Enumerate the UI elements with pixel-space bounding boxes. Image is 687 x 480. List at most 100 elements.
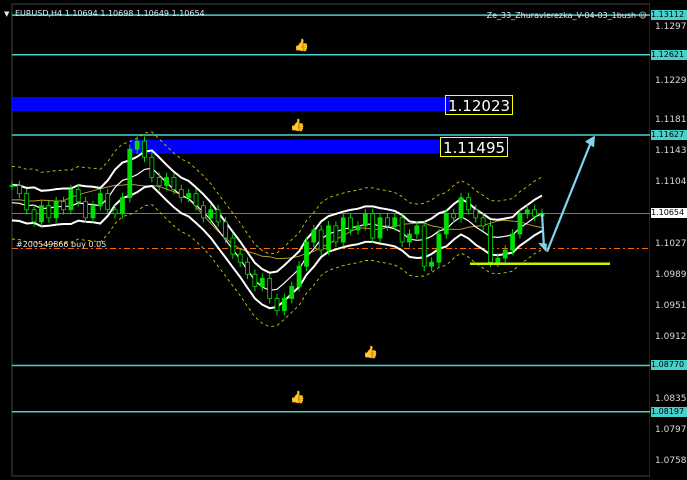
candle-body	[142, 140, 147, 158]
candle-body	[61, 201, 66, 211]
candle-body	[83, 201, 89, 219]
candle-body	[318, 229, 324, 251]
symbol-info-text: EURUSD,H4 1.10694 1.10698 1.10649 1.1065…	[14, 9, 205, 18]
candle-body	[252, 273, 258, 287]
candle-body	[495, 257, 501, 263]
candle-body	[274, 298, 280, 311]
candle-body	[281, 298, 287, 311]
candle-body	[392, 217, 398, 227]
candle-body	[16, 185, 22, 195]
candle-body	[524, 209, 530, 215]
candle-body	[414, 225, 420, 235]
order-label[interactable]: #200549866 buy 0.05	[16, 240, 106, 249]
candle-body	[31, 209, 37, 223]
candle-body	[304, 241, 309, 267]
candle-body	[178, 189, 184, 199]
candle-body	[46, 205, 52, 219]
candle-body	[223, 221, 228, 239]
price-tick-label: 1.09890	[655, 270, 687, 281]
candle-body	[24, 193, 30, 211]
bid-price-badge: 1.10654	[651, 208, 687, 219]
candle-body	[355, 225, 361, 231]
price-tick-label: 1.12290	[655, 76, 687, 87]
price-tick-label: 1.09120	[655, 332, 687, 343]
candle-body	[208, 209, 214, 219]
candle-body	[200, 205, 206, 219]
candle-body	[259, 277, 265, 287]
candle-body	[480, 217, 486, 227]
candle-body	[39, 205, 44, 223]
candle-body	[443, 213, 449, 235]
price-tick-label: 1.11810	[655, 115, 687, 126]
upper-zone-rect	[12, 96, 450, 111]
candle-body	[215, 209, 221, 223]
candle-body	[532, 209, 538, 217]
candle-body	[68, 189, 74, 211]
candle-body	[237, 253, 243, 263]
candle-body	[90, 205, 96, 219]
candle-body	[127, 148, 133, 199]
indicator-title: Ze_33_Zhuravlerezka_V-04-03_1bush ☺	[487, 11, 647, 20]
symbol-info-bar: ▼ EURUSD,H4 1.10694 1.10698 1.10649 1.10…	[4, 9, 205, 18]
candle-body	[326, 225, 331, 251]
candle-body	[164, 177, 169, 186]
price-tick-label: 1.07970	[655, 425, 687, 435]
projection-arrow-down	[540, 213, 546, 248]
projection-arrow-up	[545, 139, 594, 253]
candle-body	[245, 261, 250, 275]
level-price-badge: 1.08197	[651, 406, 687, 417]
candle-body	[473, 209, 479, 219]
candle-body	[120, 197, 125, 215]
price-tick-label: 1.08350	[655, 394, 687, 405]
candle-body	[149, 156, 155, 178]
candle-body	[458, 197, 464, 219]
level-price-badge: 1.11627	[651, 129, 687, 140]
price-tick-label: 1.12970	[655, 21, 687, 32]
candle-body	[9, 185, 15, 187]
thumbs-up-icon: 👍	[363, 345, 378, 359]
candle-body	[362, 213, 368, 227]
candle-body	[517, 213, 523, 235]
candle-body	[289, 285, 295, 299]
chart-window[interactable]: 1.12970 1.12290 1.11810 1.11430 1.11040 1.102…	[0, 0, 687, 480]
candle-body	[193, 193, 199, 207]
candle-body	[399, 217, 405, 243]
projection-arrowhead-down	[538, 242, 547, 252]
thumbs-up-icon: 👍	[290, 390, 305, 404]
candle-body	[333, 225, 339, 243]
candle-body	[429, 261, 434, 267]
smiley-icon: ☺	[638, 11, 647, 20]
candle-body	[134, 140, 140, 150]
candle-body	[105, 193, 111, 211]
candle-body	[267, 277, 273, 299]
candle-body	[156, 177, 162, 186]
candle-body	[97, 193, 103, 207]
upper-zone-label[interactable]: 1.12023	[445, 95, 514, 115]
candle-body	[510, 233, 515, 251]
candle-body	[377, 217, 383, 239]
candle-body	[370, 213, 376, 239]
candle-body	[75, 189, 81, 203]
candle-body	[385, 217, 390, 227]
price-tick-label: 1.11430	[655, 145, 687, 156]
candle-body	[186, 193, 192, 199]
price-tick-label: 1.11040	[655, 177, 687, 188]
candle-body	[230, 237, 236, 255]
price-tick-label: 1.07580	[655, 456, 687, 467]
candle-body	[53, 201, 59, 219]
lower-zone-rect	[130, 139, 440, 154]
price-tick-label: 1.10270	[655, 239, 687, 250]
lower-zone-label[interactable]: 1.11495	[440, 137, 509, 157]
candle-body	[502, 249, 508, 259]
price-tick-label: 1.09510	[655, 300, 687, 311]
indicator-name-text: Ze_33_Zhuravlerezka_V-04-03_1bush	[486, 11, 637, 20]
candle-body	[348, 217, 354, 231]
level-price-badge: 1.13112	[651, 10, 687, 21]
candle-body	[451, 213, 457, 219]
triangle-down-icon[interactable]: ▼	[4, 10, 9, 18]
candle-body	[296, 265, 302, 287]
candle-body	[340, 217, 346, 243]
level-price-badge: 1.12621	[651, 49, 687, 60]
thumbs-up-icon: 👍	[290, 118, 305, 132]
candle-body	[112, 209, 118, 215]
